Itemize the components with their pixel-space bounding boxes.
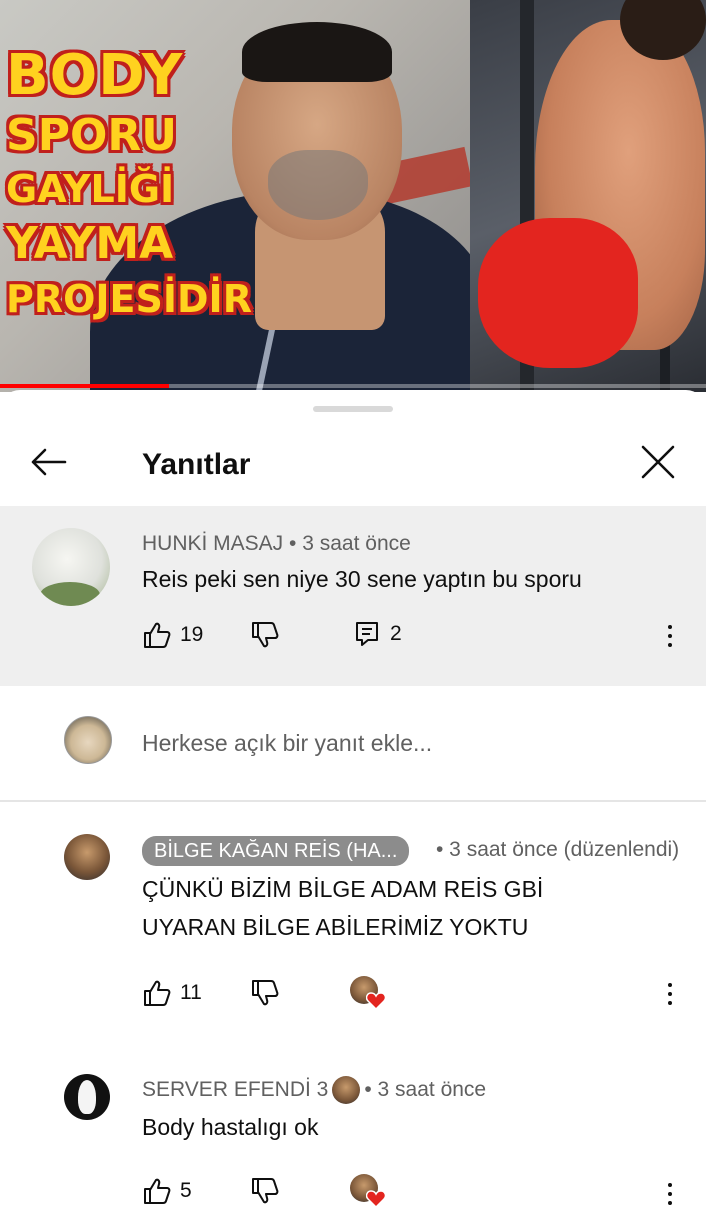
thumbnail-line: PROJESİDİR [6,277,252,321]
comment-text-line: ÇÜNKÜ BİZİM BİLGE ADAM REİS GBİ [142,876,544,902]
comment-text: Body hastalıgı ok [142,1114,319,1140]
reply-button[interactable]: 2 [354,620,402,648]
reply-input[interactable]: Herkese açık bir yanıt ekle... [142,730,432,757]
avatar[interactable] [32,528,110,606]
thumbnail-line: YAYMA [6,218,174,269]
censor-blob [478,218,638,368]
like-count: 5 [180,1179,192,1202]
dislike-button[interactable] [250,1176,280,1206]
like-count: 19 [180,623,204,646]
thumbs-up-icon [144,622,171,648]
arrow-left-icon [31,448,67,476]
avatar[interactable] [64,1074,110,1120]
like-count: 11 [180,981,202,1004]
comment-author[interactable]: HUNKİ MASAJ [142,532,283,555]
more-options-button[interactable] [660,1176,680,1212]
like-button[interactable]: 5 [142,1176,192,1206]
back-button[interactable] [26,440,70,484]
comment-time: • 3 saat önce [364,1078,487,1101]
like-button[interactable]: 19 [142,620,203,650]
thumbnail-line: BODY [6,43,184,108]
thumbs-down-icon [252,980,279,1006]
replies-sheet: Yanıtlar HUNKİ MASAJ • 3 saat önce Reis … [0,390,706,1208]
comment-text: Reis peki sen niye 30 sene yaptın bu spo… [142,566,582,592]
thumbs-down-icon [252,1178,279,1204]
sheet-header: Yanıtlar [0,420,706,506]
close-icon [641,445,675,479]
thumbs-up-icon [144,980,171,1006]
dislike-button[interactable] [250,978,280,1008]
comment-text: ÇÜNKÜ BİZİM BİLGE ADAM REİS GBİ UYARAN B… [142,870,543,946]
reply-input-row: Herkese açık bir yanıt ekle... [0,686,706,800]
comment-meta: SERVER EFENDİ 3 • 3 saat önce [142,1076,486,1104]
thumbs-down-icon [252,622,279,648]
drag-handle[interactable] [313,406,393,412]
video-progress-bar[interactable] [0,384,706,388]
reply-count: 2 [390,622,402,645]
thumbnail-caption: BODY SPORU GAYLİĞİ YAYMA PROJESİDİR [6,43,326,321]
comment-author[interactable]: BİLGE KAĞAN REİS (HA... [142,836,410,866]
comment-icon [356,622,378,646]
comment-text-line: UYARAN BİLGE ABİLERİMİZ YOKTU [142,914,529,940]
more-options-button[interactable] [660,618,680,654]
comment-time: • 3 saat önce (düzenlendi) [436,838,680,861]
video-progress-fill [0,384,170,388]
sheet-title: Yanıtlar [142,448,251,481]
creator-heart-icon [350,1174,386,1210]
avatar [64,716,112,764]
parent-comment: HUNKİ MASAJ • 3 saat önce Reis peki sen … [0,506,706,686]
thumbs-up-icon [144,1178,171,1204]
comment-time: • 3 saat önce [289,532,411,555]
video-player[interactable]: BODY SPORU GAYLİĞİ YAYMA PROJESİDİR [0,0,706,392]
close-button[interactable] [636,440,680,484]
avatar[interactable] [64,834,110,880]
comment-author[interactable]: SERVER EFENDİ 3 [142,1078,328,1102]
more-options-button[interactable] [660,976,680,1012]
dislike-button[interactable] [250,620,280,650]
thumbnail-line: GAYLİĞİ [6,167,175,211]
creator-heart-icon [350,976,386,1012]
divider [0,800,706,802]
comment-meta: HUNKİ MASAJ • 3 saat önce [142,532,411,556]
like-button[interactable]: 11 [142,978,202,1008]
member-badge-icon [332,1076,361,1104]
thumbnail-line: SPORU [6,110,177,161]
